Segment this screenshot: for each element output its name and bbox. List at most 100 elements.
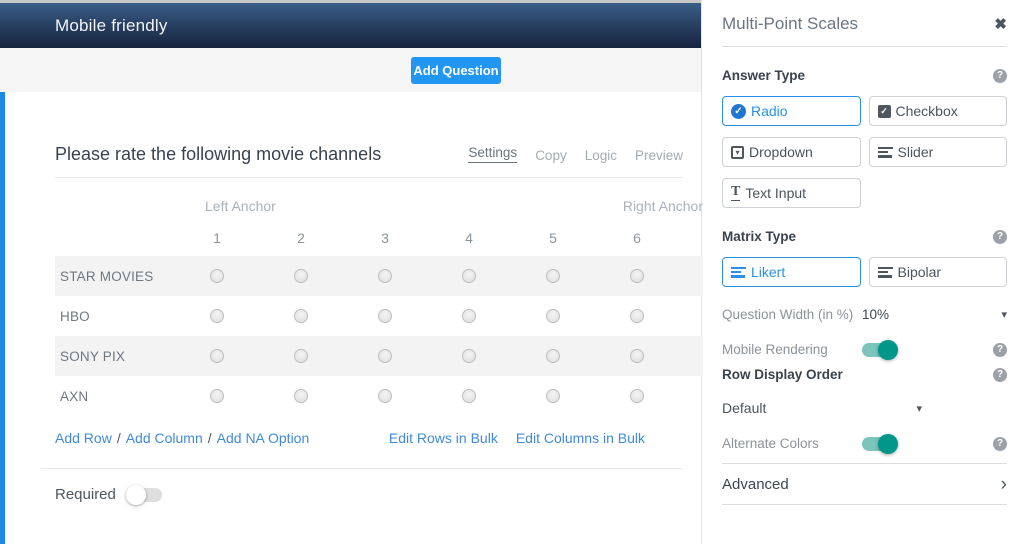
radio-button-icon[interactable] <box>630 269 644 283</box>
header-divider <box>55 177 683 178</box>
option-label: Radio <box>751 103 788 119</box>
help-icon[interactable]: ? <box>993 368 1007 382</box>
tab-settings[interactable]: Settings <box>468 145 517 163</box>
add-question-bar: Add Question <box>0 48 701 92</box>
radio-button-icon[interactable] <box>294 349 308 363</box>
link-separator: / <box>117 430 121 446</box>
link-separator: / <box>208 430 212 446</box>
required-row: Required <box>55 486 683 503</box>
tab-preview[interactable]: Preview <box>635 148 683 163</box>
mobile-rendering-toggle[interactable] <box>862 343 898 357</box>
matrix-row: SONY PIX <box>55 336 703 376</box>
radio-button-icon[interactable] <box>546 269 560 283</box>
add-column-link[interactable]: Add Column <box>126 430 203 446</box>
question-width-row: Question Width (in %) 10% ▾ <box>722 307 1007 322</box>
radio-button-icon[interactable] <box>378 309 392 323</box>
radio-button-icon[interactable] <box>462 389 476 403</box>
radio-button-icon[interactable] <box>546 309 560 323</box>
tab-logic[interactable]: Logic <box>585 148 617 163</box>
matrix-column-header: 6 <box>633 230 641 246</box>
dropdown-icon: ▾ <box>731 146 744 159</box>
edit-columns-in-bulk-link[interactable]: Edit Columns in Bulk <box>516 430 645 446</box>
builder-area: Mobile friendly Add Question Please rate… <box>0 0 701 544</box>
matrix-column-header: 1 <box>213 230 221 246</box>
answer-type-text-input-button[interactable]: T Text Input <box>722 178 861 208</box>
survey-header-bar: Mobile friendly <box>0 3 701 48</box>
panel-title: Multi-Point Scales <box>722 14 858 34</box>
likert-icon <box>731 267 746 278</box>
toggle-knob <box>126 485 146 505</box>
question-tabs: Settings Copy Logic Preview <box>468 145 683 165</box>
option-label: Likert <box>751 264 785 280</box>
answer-type-dropdown-button[interactable]: ▾ Dropdown <box>722 137 861 167</box>
matrix-row: HBO <box>55 296 703 336</box>
radio-button-icon[interactable] <box>378 269 392 283</box>
matrix-column-header: 4 <box>465 230 473 246</box>
question-width-value[interactable]: 10% <box>862 307 889 322</box>
radio-button-icon[interactable] <box>630 389 644 403</box>
radio-button-icon[interactable] <box>294 389 308 403</box>
footer-divider <box>41 468 683 469</box>
help-icon[interactable]: ? <box>993 230 1007 244</box>
matrix-type-likert-button[interactable]: Likert <box>722 257 861 287</box>
radio-button-icon[interactable] <box>462 309 476 323</box>
check-circle-icon: ✓ <box>731 104 746 119</box>
matrix-column-header-row: 1 2 3 4 5 6 <box>55 220 703 256</box>
matrix-type-bipolar-button[interactable]: Bipolar <box>869 257 1008 287</box>
add-row-link[interactable]: Add Row <box>55 430 112 446</box>
radio-button-icon[interactable] <box>378 389 392 403</box>
radio-button-icon[interactable] <box>378 349 392 363</box>
required-toggle[interactable] <box>126 488 162 502</box>
bipolar-icon <box>878 267 893 278</box>
mobile-rendering-row: Mobile Rendering ? <box>722 342 1007 357</box>
matrix-column-header: 2 <box>297 230 305 246</box>
advanced-section-toggle[interactable]: Advanced › <box>722 464 1007 504</box>
add-question-button[interactable]: Add Question <box>411 57 501 84</box>
question-card: Please rate the following movie channels… <box>0 92 701 544</box>
radio-button-icon[interactable] <box>546 389 560 403</box>
matrix-column-header: 5 <box>549 230 557 246</box>
answer-type-checkbox-button[interactable]: ✓ Checkbox <box>869 96 1008 126</box>
radio-button-icon[interactable] <box>294 309 308 323</box>
radio-button-icon[interactable] <box>210 269 224 283</box>
advanced-label: Advanced <box>722 476 789 493</box>
row-display-order-label: Row Display Order <box>722 367 843 382</box>
row-display-order-select[interactable]: Default ▾ <box>722 400 922 416</box>
caret-down-icon[interactable]: ▾ <box>1001 308 1007 321</box>
matrix-row-label: STAR MOVIES <box>55 269 175 284</box>
help-icon[interactable]: ? <box>993 437 1007 451</box>
alternate-colors-toggle[interactable] <box>862 437 898 451</box>
add-na-option-link[interactable]: Add NA Option <box>217 430 310 446</box>
matrix-type-section-head: Matrix Type ? <box>722 229 1007 244</box>
survey-title: Mobile friendly <box>55 16 168 36</box>
settings-panel: Multi-Point Scales ✖ Answer Type ? ✓ Rad… <box>701 0 1023 544</box>
answer-type-options: ✓ Radio ✓ Checkbox ▾ Dropdown Slider T T… <box>722 96 1007 208</box>
radio-button-icon[interactable] <box>546 349 560 363</box>
question-title[interactable]: Please rate the following movie channels <box>55 144 381 165</box>
row-display-order-value: Default <box>722 400 766 416</box>
matrix-row: STAR MOVIES <box>55 256 703 296</box>
matrix-row-label: SONY PIX <box>55 349 175 364</box>
radio-button-icon[interactable] <box>210 349 224 363</box>
radio-button-icon[interactable] <box>210 309 224 323</box>
help-icon[interactable]: ? <box>993 343 1007 357</box>
radio-button-icon[interactable] <box>462 349 476 363</box>
tab-copy[interactable]: Copy <box>535 148 567 163</box>
right-anchor-label: Right Anchor <box>623 198 703 214</box>
matrix-row-label: HBO <box>55 309 175 324</box>
radio-button-icon[interactable] <box>630 349 644 363</box>
radio-button-icon[interactable] <box>462 269 476 283</box>
panel-header: Multi-Point Scales ✖ <box>722 14 1007 34</box>
radio-button-icon[interactable] <box>294 269 308 283</box>
matrix-links-row: Add Row / Add Column / Add NA Option Edi… <box>55 430 703 446</box>
edit-rows-in-bulk-link[interactable]: Edit Rows in Bulk <box>389 430 498 446</box>
panel-divider <box>722 504 1007 505</box>
radio-button-icon[interactable] <box>630 309 644 323</box>
radio-button-icon[interactable] <box>210 389 224 403</box>
answer-type-radio-button[interactable]: ✓ Radio <box>722 96 861 126</box>
matrix-column-header: 3 <box>381 230 389 246</box>
answer-type-slider-button[interactable]: Slider <box>869 137 1008 167</box>
close-icon[interactable]: ✖ <box>994 17 1007 32</box>
slider-icon <box>878 147 893 158</box>
help-icon[interactable]: ? <box>993 69 1007 83</box>
